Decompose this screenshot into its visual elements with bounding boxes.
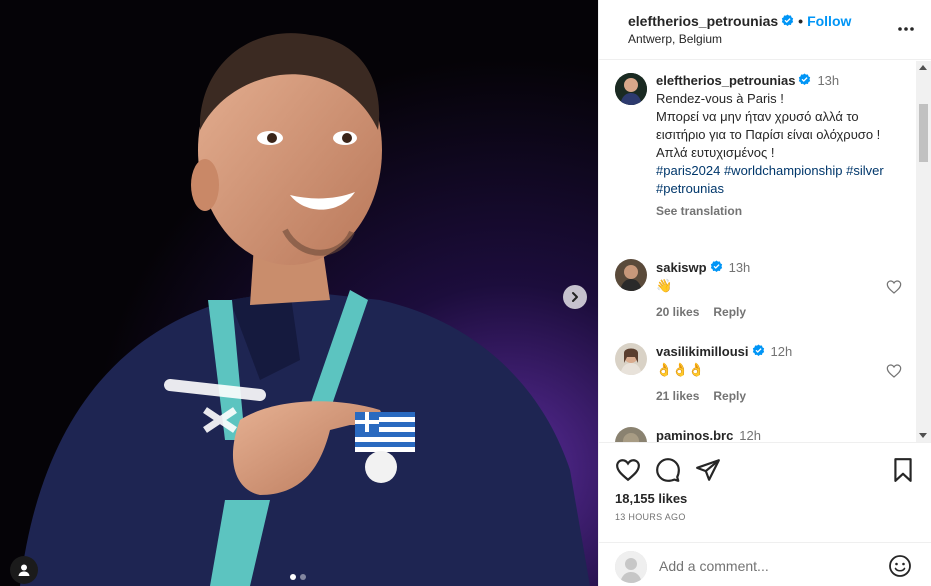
hashtag-link[interactable]: #silver — [846, 163, 884, 178]
verified-badge-icon — [781, 14, 794, 26]
post-caption: eleftherios_petrounias 13h Rendez-vous à… — [656, 72, 906, 220]
header-username[interactable]: eleftherios_petrounias — [628, 13, 778, 29]
comment-body: sakiswp 13h 👋 — [656, 259, 886, 295]
caption-time[interactable]: 13h — [817, 73, 839, 88]
post-actions: 18,155 likes 13 HOURS AGO — [599, 442, 931, 542]
carousel-dot — [290, 574, 296, 580]
post-photo — [0, 0, 598, 586]
comment-username[interactable]: vasilikimillousi — [656, 344, 749, 359]
hashtag-link[interactable]: #worldchampionship — [724, 163, 843, 178]
caption-hashtags: #paris2024 #worldchampionship #silver #p… — [656, 162, 906, 198]
comment-avatar[interactable] — [615, 259, 647, 291]
comment-time[interactable]: 13h — [729, 260, 751, 275]
caption-line: Rendez-vous à Paris ! — [656, 91, 784, 106]
verified-badge-icon — [752, 344, 764, 356]
carousel-dots — [290, 574, 306, 580]
caption-avatar[interactable] — [615, 73, 647, 105]
comment-username[interactable]: sakiswp — [656, 260, 707, 275]
see-translation-link[interactable]: See translation — [656, 202, 906, 220]
caption-line: Μπορεί να μην ήταν χρυσό αλλά το εισιτήρ… — [656, 109, 881, 142]
post-media — [0, 0, 598, 586]
comment-time[interactable]: 12h — [771, 344, 793, 359]
next-photo-button[interactable] — [563, 285, 587, 309]
verified-badge-icon — [710, 260, 722, 272]
caption-line: Απλά ευτυχισμένος ! — [656, 145, 775, 160]
comment-likes[interactable]: 21 likes — [656, 389, 699, 403]
bookmark-icon[interactable] — [890, 457, 916, 483]
emoji-icon[interactable] — [888, 554, 912, 578]
heart-icon[interactable] — [615, 457, 641, 483]
share-icon[interactable] — [695, 457, 721, 483]
more-horizontal-icon[interactable] — [896, 19, 916, 39]
comment-username[interactable]: paminos.brc — [656, 428, 733, 442]
comment-avatar[interactable] — [615, 343, 647, 375]
header-separator: • — [798, 13, 804, 29]
carousel-dot — [300, 574, 306, 580]
heart-icon[interactable] — [886, 279, 902, 295]
comment-text: 👋 — [656, 278, 673, 293]
comments-section: eleftherios_petrounias 13h Rendez-vous à… — [599, 61, 931, 442]
chevron-right-icon — [572, 292, 578, 302]
comment-time[interactable]: 12h — [739, 428, 761, 442]
verified-badge-icon — [799, 73, 811, 85]
scroll-up-icon[interactable] — [919, 65, 927, 70]
comment-avatar[interactable] — [615, 427, 647, 442]
comment-likes[interactable]: 20 likes — [656, 305, 699, 319]
reply-button[interactable]: Reply — [713, 389, 746, 403]
comment-text: 👌👌👌 — [656, 362, 705, 377]
user-tag-icon — [18, 564, 30, 576]
post-header: eleftherios_petrounias • Follow Antwerp, … — [599, 0, 931, 60]
current-user-avatar — [615, 551, 647, 583]
heart-icon[interactable] — [886, 363, 902, 379]
hashtag-link[interactable]: #paris2024 — [656, 163, 720, 178]
comment-icon[interactable] — [655, 457, 681, 483]
scroll-down-icon[interactable] — [919, 433, 927, 438]
post-timestamp[interactable]: 13 HOURS AGO — [615, 512, 686, 522]
caption-username[interactable]: eleftherios_petrounias — [656, 73, 795, 88]
reply-button[interactable]: Reply — [713, 305, 746, 319]
scrollbar-thumb[interactable] — [919, 104, 928, 162]
comment-meta: 21 likes Reply — [656, 389, 760, 403]
follow-button[interactable]: Follow — [807, 13, 851, 29]
add-comment-bar — [599, 542, 931, 586]
comment-body: vasilikimillousi 12h 👌👌👌 — [656, 343, 886, 379]
hashtag-link[interactable]: #petrounias — [656, 181, 724, 196]
tagged-users-button[interactable] — [10, 556, 38, 584]
comment-body: paminos.brc 12h — [656, 427, 886, 442]
comment-meta: 20 likes Reply — [656, 305, 760, 319]
post-location[interactable]: Antwerp, Belgium — [628, 32, 722, 46]
likes-count[interactable]: 18,155 likes — [615, 491, 687, 506]
comment-input[interactable] — [659, 555, 869, 577]
post-side-panel: eleftherios_petrounias • Follow Antwerp, … — [598, 0, 931, 586]
header-user-row: eleftherios_petrounias • Follow — [628, 13, 851, 29]
comments-scrollbar[interactable] — [916, 61, 931, 442]
